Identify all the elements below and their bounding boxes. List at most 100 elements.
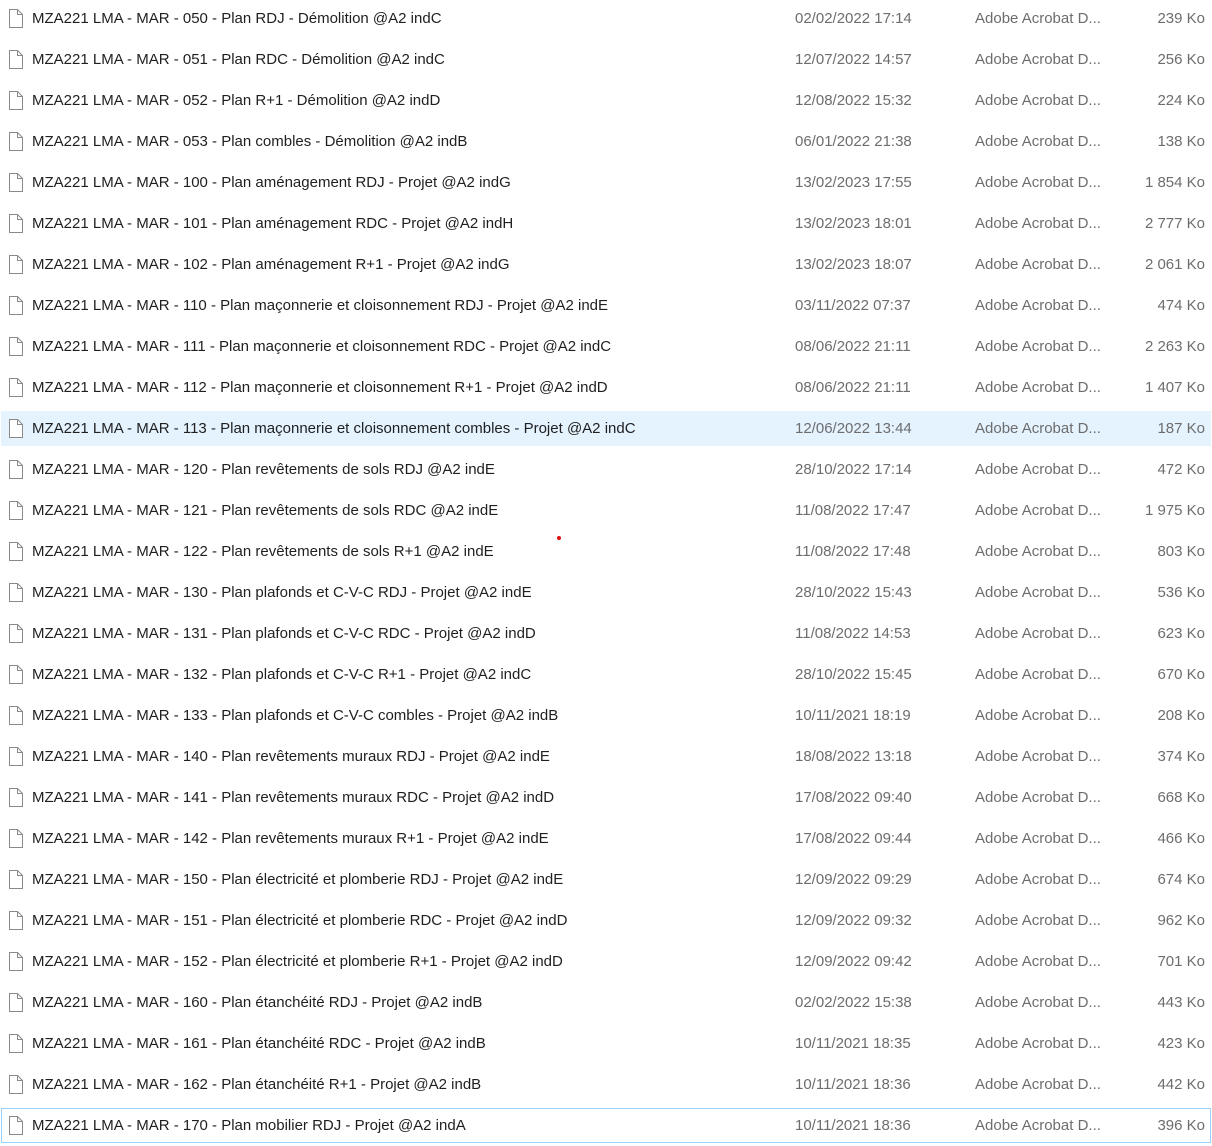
file-name: MZA221 LMA - MAR - 161 - Plan étanchéité…: [32, 1035, 486, 1052]
file-row[interactable]: MZA221 LMA - MAR - 141 - Plan revêtement…: [1, 780, 1211, 815]
file-modified-date: 02/02/2022 15:38: [795, 994, 912, 1011]
file-row[interactable]: MZA221 LMA - MAR - 052 - Plan R+1 - Démo…: [1, 83, 1211, 118]
file-type: Adobe Acrobat D...: [975, 461, 1101, 478]
file-row[interactable]: MZA221 LMA - MAR - 142 - Plan revêtement…: [1, 821, 1211, 856]
file-row[interactable]: MZA221 LMA - MAR - 121 - Plan revêtement…: [1, 493, 1211, 528]
file-type: Adobe Acrobat D...: [975, 1076, 1101, 1093]
file-type: Adobe Acrobat D...: [975, 994, 1101, 1011]
generic-file-icon: [8, 296, 23, 315]
generic-file-icon: [8, 1075, 23, 1094]
file-row[interactable]: MZA221 LMA - MAR - 120 - Plan revêtement…: [1, 452, 1211, 487]
file-row[interactable]: MZA221 LMA - MAR - 111 - Plan maçonnerie…: [1, 329, 1211, 364]
file-size: 466 Ko: [1157, 830, 1205, 847]
file-size: 803 Ko: [1157, 543, 1205, 560]
file-row[interactable]: MZA221 LMA - MAR - 161 - Plan étanchéité…: [1, 1026, 1211, 1061]
file-size: 224 Ko: [1157, 92, 1205, 109]
file-modified-date: 12/09/2022 09:42: [795, 953, 912, 970]
file-row[interactable]: MZA221 LMA - MAR - 140 - Plan revêtement…: [1, 739, 1211, 774]
file-type: Adobe Acrobat D...: [975, 830, 1101, 847]
file-name: MZA221 LMA - MAR - 102 - Plan aménagemen…: [32, 256, 510, 273]
generic-file-icon: [8, 911, 23, 930]
file-type: Adobe Acrobat D...: [975, 297, 1101, 314]
file-type: Adobe Acrobat D...: [975, 92, 1101, 109]
file-row[interactable]: MZA221 LMA - MAR - 053 - Plan combles - …: [1, 124, 1211, 159]
file-name: MZA221 LMA - MAR - 141 - Plan revêtement…: [32, 789, 555, 806]
file-modified-date: 12/07/2022 14:57: [795, 51, 912, 68]
file-type: Adobe Acrobat D...: [975, 1035, 1101, 1052]
generic-file-icon: [8, 993, 23, 1012]
file-modified-date: 02/02/2022 17:14: [795, 10, 912, 27]
generic-file-icon: [8, 9, 23, 28]
generic-file-icon: [8, 1116, 23, 1135]
generic-file-icon: [8, 952, 23, 971]
file-type: Adobe Acrobat D...: [975, 912, 1101, 929]
file-type: Adobe Acrobat D...: [975, 666, 1101, 683]
file-size: 423 Ko: [1157, 1035, 1205, 1052]
generic-file-icon: [8, 419, 23, 438]
file-row[interactable]: MZA221 LMA - MAR - 100 - Plan aménagemen…: [1, 165, 1211, 200]
file-row[interactable]: MZA221 LMA - MAR - 160 - Plan étanchéité…: [1, 985, 1211, 1020]
file-row[interactable]: MZA221 LMA - MAR - 050 - Plan RDJ - Démo…: [1, 1, 1211, 36]
file-type: Adobe Acrobat D...: [975, 584, 1101, 601]
file-name: MZA221 LMA - MAR - 151 - Plan électricit…: [32, 912, 568, 929]
file-type: Adobe Acrobat D...: [975, 502, 1101, 519]
file-modified-date: 17/08/2022 09:44: [795, 830, 912, 847]
file-size: 443 Ko: [1157, 994, 1205, 1011]
file-row[interactable]: MZA221 LMA - MAR - 162 - Plan étanchéité…: [1, 1067, 1211, 1102]
file-name: MZA221 LMA - MAR - 130 - Plan plafonds e…: [32, 584, 532, 601]
file-type: Adobe Acrobat D...: [975, 174, 1101, 191]
generic-file-icon: [8, 132, 23, 151]
file-type: Adobe Acrobat D...: [975, 10, 1101, 27]
file-row[interactable]: MZA221 LMA - MAR - 131 - Plan plafonds e…: [1, 616, 1211, 651]
file-type: Adobe Acrobat D...: [975, 543, 1101, 560]
file-name: MZA221 LMA - MAR - 122 - Plan revêtement…: [32, 543, 494, 560]
generic-file-icon: [8, 788, 23, 807]
file-name: MZA221 LMA - MAR - 170 - Plan mobilier R…: [32, 1117, 466, 1134]
file-size: 623 Ko: [1157, 625, 1205, 642]
file-size: 187 Ko: [1157, 420, 1205, 437]
file-row[interactable]: MZA221 LMA - MAR - 051 - Plan RDC - Démo…: [1, 42, 1211, 77]
file-size: 442 Ko: [1157, 1076, 1205, 1093]
file-size: 256 Ko: [1157, 51, 1205, 68]
file-row[interactable]: MZA221 LMA - MAR - 151 - Plan électricit…: [1, 903, 1211, 938]
generic-file-icon: [8, 460, 23, 479]
file-name: MZA221 LMA - MAR - 120 - Plan revêtement…: [32, 461, 495, 478]
file-row[interactable]: MZA221 LMA - MAR - 152 - Plan électricit…: [1, 944, 1211, 979]
file-name: MZA221 LMA - MAR - 112 - Plan maçonnerie…: [32, 379, 608, 396]
file-size: 1 975 Ko: [1144, 502, 1205, 519]
file-row[interactable]: MZA221 LMA - MAR - 170 - Plan mobilier R…: [1, 1108, 1211, 1143]
generic-file-icon: [8, 337, 23, 356]
file-row[interactable]: MZA221 LMA - MAR - 112 - Plan maçonnerie…: [1, 370, 1211, 405]
file-name: MZA221 LMA - MAR - 111 - Plan maçonnerie…: [32, 338, 612, 355]
file-name: MZA221 LMA - MAR - 142 - Plan revêtement…: [32, 830, 549, 847]
file-name: MZA221 LMA - MAR - 052 - Plan R+1 - Démo…: [32, 92, 441, 109]
file-modified-date: 18/08/2022 13:18: [795, 748, 912, 765]
file-row[interactable]: MZA221 LMA - MAR - 122 - Plan revêtement…: [1, 534, 1211, 569]
file-size: 374 Ko: [1157, 748, 1205, 765]
file-size: 668 Ko: [1157, 789, 1205, 806]
file-row[interactable]: MZA221 LMA - MAR - 102 - Plan aménagemen…: [1, 247, 1211, 282]
file-modified-date: 06/01/2022 21:38: [795, 133, 912, 150]
file-row[interactable]: MZA221 LMA - MAR - 150 - Plan électricit…: [1, 862, 1211, 897]
file-size: 670 Ko: [1157, 666, 1205, 683]
file-modified-date: 12/06/2022 13:44: [795, 420, 912, 437]
generic-file-icon: [8, 255, 23, 274]
file-row[interactable]: MZA221 LMA - MAR - 113 - Plan maçonnerie…: [1, 411, 1211, 446]
file-name: MZA221 LMA - MAR - 101 - Plan aménagemen…: [32, 215, 514, 232]
file-name: MZA221 LMA - MAR - 140 - Plan revêtement…: [32, 748, 550, 765]
file-row[interactable]: MZA221 LMA - MAR - 101 - Plan aménagemen…: [1, 206, 1211, 241]
file-row[interactable]: MZA221 LMA - MAR - 132 - Plan plafonds e…: [1, 657, 1211, 692]
file-size: 2 263 Ko: [1144, 338, 1205, 355]
file-name: MZA221 LMA - MAR - 050 - Plan RDJ - Démo…: [32, 10, 442, 27]
file-name: MZA221 LMA - MAR - 121 - Plan revêtement…: [32, 502, 499, 519]
generic-file-icon: [8, 870, 23, 889]
file-row[interactable]: MZA221 LMA - MAR - 110 - Plan maçonnerie…: [1, 288, 1211, 323]
generic-file-icon: [8, 50, 23, 69]
file-name: MZA221 LMA - MAR - 160 - Plan étanchéité…: [32, 994, 483, 1011]
file-row[interactable]: MZA221 LMA - MAR - 130 - Plan plafonds e…: [1, 575, 1211, 610]
file-type: Adobe Acrobat D...: [975, 338, 1101, 355]
file-size: 472 Ko: [1157, 461, 1205, 478]
file-name: MZA221 LMA - MAR - 100 - Plan aménagemen…: [32, 174, 511, 191]
file-row[interactable]: MZA221 LMA - MAR - 133 - Plan plafonds e…: [1, 698, 1211, 733]
file-type: Adobe Acrobat D...: [975, 953, 1101, 970]
